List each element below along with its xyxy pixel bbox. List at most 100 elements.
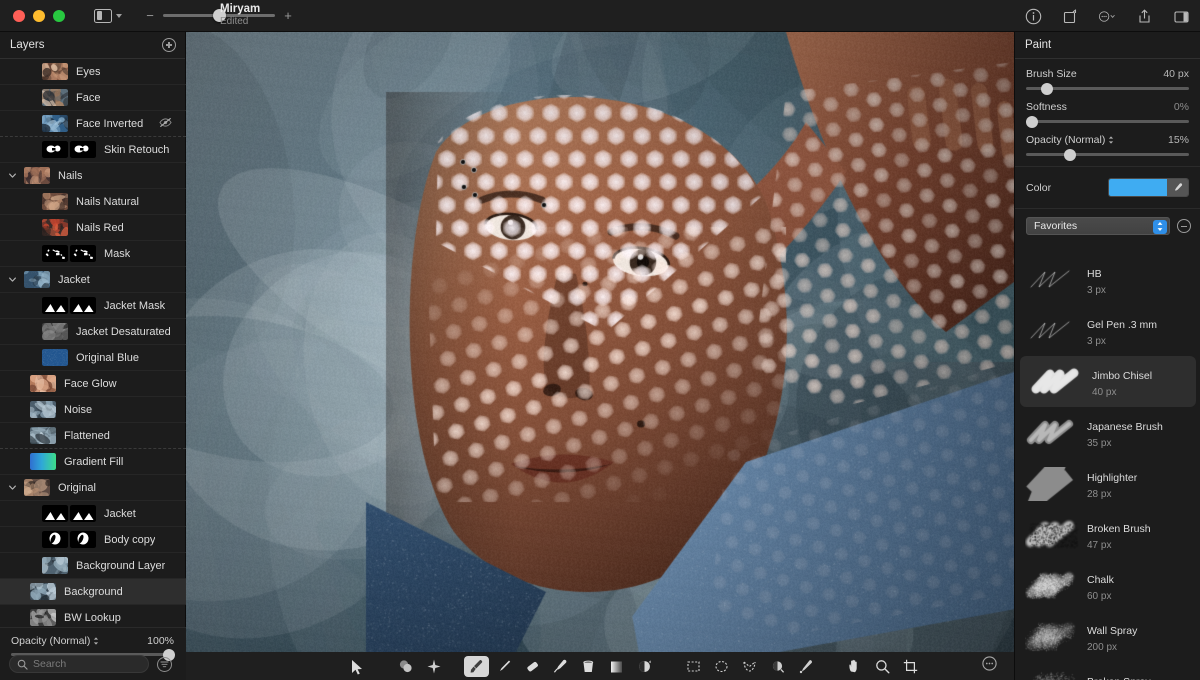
brush-list-item[interactable]: Gel Pen .3 mm3 px bbox=[1015, 305, 1200, 356]
brush-size-slider[interactable] bbox=[1026, 87, 1189, 90]
window-controls[interactable] bbox=[13, 10, 65, 22]
add-layer-button[interactable] bbox=[162, 38, 176, 52]
color-control[interactable] bbox=[1108, 178, 1189, 197]
layer-row[interactable]: Gradient Fill bbox=[0, 449, 186, 475]
brush-list-item[interactable]: Japanese Brush35 px bbox=[1015, 407, 1200, 458]
brush-preview-icon bbox=[1030, 365, 1086, 399]
pen-tool[interactable] bbox=[492, 656, 517, 677]
canvas-area[interactable] bbox=[186, 32, 1014, 652]
layer-thumbnails bbox=[30, 453, 56, 470]
info-icon[interactable] bbox=[1024, 7, 1042, 25]
brush-size-knob[interactable] bbox=[1041, 83, 1053, 95]
refine-tool[interactable] bbox=[793, 656, 818, 677]
layer-row[interactable]: Face Glow bbox=[0, 371, 186, 397]
softness-slider[interactable] bbox=[1026, 120, 1189, 123]
layer-row[interactable]: Original Blue bbox=[0, 345, 186, 371]
brush-settings-group: Brush Size 40 px Softness 0% Opacity (No… bbox=[1015, 59, 1200, 167]
hand-tool[interactable] bbox=[842, 656, 867, 677]
layer-row[interactable]: Jacket Mask bbox=[0, 293, 186, 319]
layer-row[interactable]: Body copy bbox=[0, 527, 186, 553]
disclosure-triangle-icon[interactable] bbox=[6, 275, 18, 284]
color-swatch[interactable] bbox=[1109, 179, 1167, 196]
brush-name: Broken Brush bbox=[1087, 523, 1151, 535]
zoom-button[interactable] bbox=[53, 10, 65, 22]
more-options-icon[interactable] bbox=[1098, 7, 1116, 25]
move-tool[interactable] bbox=[344, 656, 369, 677]
layer-thumbnails bbox=[42, 323, 68, 340]
layer-name: Jacket Mask bbox=[104, 300, 165, 312]
layer-row[interactable]: Jacket bbox=[0, 267, 186, 293]
paint-opacity-label[interactable]: Opacity (Normal) bbox=[1026, 134, 1114, 146]
close-button[interactable] bbox=[13, 10, 25, 22]
photo-canvas[interactable] bbox=[186, 32, 1014, 652]
layer-row[interactable]: Jacket Desaturated bbox=[0, 319, 186, 345]
stepper-icon[interactable] bbox=[1153, 220, 1167, 234]
layer-row[interactable]: Mask bbox=[0, 241, 186, 267]
eyedropper-icon[interactable] bbox=[1167, 179, 1188, 196]
zoom-out-label[interactable]: − bbox=[146, 9, 154, 22]
eye-slash-icon[interactable] bbox=[159, 117, 172, 131]
brush-list-item[interactable]: Highlighter28 px bbox=[1015, 458, 1200, 509]
brush-preset-select[interactable]: Favorites bbox=[1026, 217, 1170, 235]
layer-thumbnails bbox=[42, 531, 96, 548]
zoom-tool[interactable] bbox=[870, 656, 895, 677]
layer-row[interactable]: Eyes bbox=[0, 59, 186, 85]
brush-list-item[interactable]: Broken Spray276 px bbox=[1015, 662, 1200, 680]
gradient-tool[interactable] bbox=[604, 656, 629, 677]
rotate-icon[interactable] bbox=[1061, 7, 1079, 25]
tools-row[interactable] bbox=[344, 656, 926, 677]
layer-row[interactable]: Face bbox=[0, 85, 186, 111]
view-mode-selector[interactable] bbox=[94, 9, 122, 23]
softness-knob[interactable] bbox=[1026, 116, 1038, 128]
brush-name: Gel Pen .3 mm bbox=[1087, 319, 1157, 331]
retouch-tool[interactable] bbox=[421, 656, 446, 677]
brush-list-item[interactable]: Broken Brush47 px bbox=[1015, 509, 1200, 560]
filter-icon[interactable] bbox=[157, 657, 172, 672]
layer-row[interactable]: Nails Red bbox=[0, 215, 186, 241]
ellipse-select-tool[interactable] bbox=[709, 656, 734, 677]
layers-list[interactable]: EyesFaceFace InvertedSkin RetouchNailsNa… bbox=[0, 59, 186, 654]
layer-row[interactable]: Noise bbox=[0, 397, 186, 423]
brush-preview-icon bbox=[1025, 518, 1081, 552]
layer-thumbnails bbox=[42, 115, 68, 132]
paint-brush-tool[interactable] bbox=[464, 656, 489, 677]
color-blend-tool[interactable] bbox=[393, 656, 418, 677]
layer-row[interactable]: Nails Natural bbox=[0, 189, 186, 215]
dropper-tool[interactable] bbox=[548, 656, 573, 677]
rect-select-tool[interactable] bbox=[681, 656, 706, 677]
brush-list-item[interactable]: HB3 px bbox=[1015, 254, 1200, 305]
layer-row[interactable]: Original bbox=[0, 475, 186, 501]
brush-list[interactable]: HB3 pxGel Pen .3 mm3 pxJimbo Chisel40 px… bbox=[1015, 254, 1200, 680]
layer-row[interactable]: Jacket bbox=[0, 501, 186, 527]
layer-row[interactable]: Background Layer bbox=[0, 553, 186, 579]
magic-wand-tool[interactable] bbox=[765, 656, 790, 677]
softness-value: 0% bbox=[1174, 101, 1189, 113]
share-icon[interactable] bbox=[1135, 7, 1153, 25]
brush-size: 40 px bbox=[1092, 387, 1152, 398]
layer-opacity-label[interactable]: Opacity (Normal) bbox=[11, 635, 99, 647]
paint-opacity-slider[interactable] bbox=[1026, 153, 1189, 156]
fill-bucket-tool[interactable] bbox=[576, 656, 601, 677]
lasso-select-tool[interactable] bbox=[737, 656, 762, 677]
layer-row[interactable]: Nails bbox=[0, 163, 186, 189]
layer-row[interactable]: Flattened bbox=[0, 423, 186, 449]
minus-circle-icon[interactable] bbox=[1177, 219, 1191, 233]
brush-list-item[interactable]: Jimbo Chisel40 px bbox=[1020, 356, 1196, 407]
layer-row[interactable]: Background bbox=[0, 579, 186, 605]
layer-row[interactable]: Skin Retouch bbox=[0, 137, 186, 163]
layer-thumbnail bbox=[42, 245, 68, 262]
paint-opacity-knob[interactable] bbox=[1064, 149, 1076, 161]
brush-list-item[interactable]: Chalk60 px bbox=[1015, 560, 1200, 611]
brush-name: HB bbox=[1087, 268, 1102, 280]
clone-tool[interactable] bbox=[632, 656, 657, 677]
more-tools-icon[interactable] bbox=[981, 655, 998, 677]
crop-tool[interactable] bbox=[898, 656, 923, 677]
disclosure-triangle-icon[interactable] bbox=[6, 171, 18, 180]
disclosure-triangle-icon[interactable] bbox=[6, 483, 18, 492]
eraser-tool[interactable] bbox=[520, 656, 545, 677]
panel-toggle-icon[interactable] bbox=[1172, 7, 1190, 25]
search-input[interactable]: Search bbox=[9, 655, 149, 673]
minimize-button[interactable] bbox=[33, 10, 45, 22]
layer-row[interactable]: Face Inverted bbox=[0, 111, 186, 137]
brush-list-item[interactable]: Wall Spray200 px bbox=[1015, 611, 1200, 662]
